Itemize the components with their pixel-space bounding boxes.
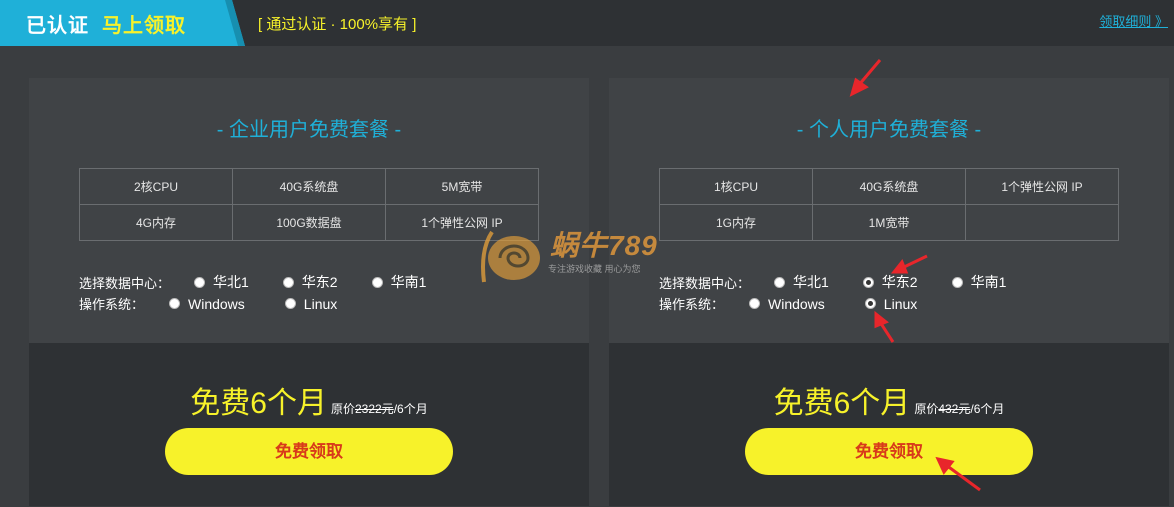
orig-suffix: /6个月 xyxy=(970,402,1005,416)
personal-plan-panel: - 个人用户免费套餐 - 1核CPU 40G系统盘 1个弹性公网 IP 1G内存… xyxy=(609,78,1169,506)
radio-dc-huanan1[interactable]: 华南1 xyxy=(371,272,427,292)
claim-rules-link[interactable]: 领取细则 》 xyxy=(1099,11,1168,30)
top-bar: 已认证 马上领取 [ 通过认证 · 100%享有 ] 领取细则 》 xyxy=(0,0,1174,46)
spec-cell: 5M宽带 xyxy=(385,168,539,205)
radio-dc-huadong2[interactable]: 华东2 xyxy=(862,272,918,292)
radio-circle-icon xyxy=(282,276,294,288)
price-text: 免费6个月 xyxy=(190,387,327,420)
spec-cell: 40G系统盘 xyxy=(812,168,966,205)
radio-os-linux[interactable]: Linux xyxy=(284,295,338,312)
radio-circle-icon xyxy=(774,276,785,288)
radio-dc-huanan1[interactable]: 华南1 xyxy=(951,272,1007,292)
radio-label: 华东2 xyxy=(881,274,918,290)
table-row: 4G内存 100G数据盘 1个弹性公网 IP xyxy=(79,204,539,241)
spec-cell xyxy=(965,204,1119,241)
radio-label: Linux xyxy=(883,295,918,312)
radio-label: 华北1 xyxy=(793,274,829,290)
radio-circle-icon xyxy=(194,276,205,288)
table-row: 1核CPU 40G系统盘 1个弹性公网 IP xyxy=(659,168,1119,205)
os-label: 操作系统： xyxy=(79,297,145,312)
spec-table: 2核CPU 40G系统盘 5M宽带 4G内存 100G数据盘 1个弹性公网 IP xyxy=(79,168,539,241)
orig-prefix: 原价 xyxy=(330,402,355,416)
snail-icon xyxy=(481,230,540,283)
radio-label: 华北1 xyxy=(213,274,249,290)
panel-title: - 企业用户免费套餐 - xyxy=(216,119,402,141)
radio-circle-icon xyxy=(169,298,180,309)
radio-label: 华南1 xyxy=(390,274,427,290)
panel-title: - 个人用户免费套餐 - xyxy=(796,119,982,141)
spec-table: 1核CPU 40G系统盘 1个弹性公网 IP 1G内存 1M宽带 xyxy=(659,168,1119,241)
os-row: 操作系统： Windows Linux xyxy=(79,294,371,313)
radio-dc-huabei1[interactable]: 华北1 xyxy=(194,272,249,292)
price-text: 免费6个月 xyxy=(773,387,911,420)
radio-os-windows[interactable]: Windows xyxy=(169,296,245,312)
radio-dc-huadong2[interactable]: 华东2 xyxy=(282,272,338,292)
orig-amount: 432元 xyxy=(938,402,971,416)
datacenter-label: 选择数据中心： xyxy=(79,275,171,291)
enterprise-plan-panel: - 企业用户免费套餐 - 2核CPU 40G系统盘 5M宽带 4G内存 100G… xyxy=(29,78,589,506)
original-price: 原价432元/6个月 xyxy=(914,402,1004,416)
orig-amount: 2322元 xyxy=(354,402,394,416)
claim-button[interactable]: 免费领取 xyxy=(745,428,1033,475)
watermark-text: 蜗牛789 xyxy=(550,230,658,261)
spec-cell: 1核CPU xyxy=(659,168,813,205)
badge-claim-label: 马上领取 xyxy=(102,15,186,37)
datacenter-row: 选择数据中心： 华北1 华东2 华南1 xyxy=(659,272,1040,292)
radio-os-windows[interactable]: Windows xyxy=(749,296,825,312)
radio-label: Windows xyxy=(768,295,825,312)
orig-prefix: 原价 xyxy=(914,402,939,416)
table-row: 1G内存 1M宽带 xyxy=(659,204,1119,241)
radio-circle-icon xyxy=(951,276,963,288)
spec-cell: 4G内存 xyxy=(79,204,233,241)
spec-cell: 2核CPU xyxy=(79,168,233,205)
spec-cell: 1M宽带 xyxy=(812,204,966,241)
os-label: 操作系统： xyxy=(659,297,725,312)
price-section: 免费6个月 原价432元/6个月 免费领取 xyxy=(609,343,1169,506)
radio-os-linux[interactable]: Linux xyxy=(864,295,918,312)
radio-dc-huabei1[interactable]: 华北1 xyxy=(774,272,829,292)
datacenter-row: 选择数据中心： 华北1 华东2 华南1 xyxy=(79,272,460,292)
spec-cell: 40G系统盘 xyxy=(232,168,386,205)
radio-selected-icon xyxy=(862,276,874,288)
claim-button[interactable]: 免费领取 xyxy=(165,428,453,475)
radio-selected-icon xyxy=(864,298,876,309)
radio-circle-icon xyxy=(371,276,383,288)
radio-label: 华南1 xyxy=(970,274,1007,290)
header-subtitle: [ 通过认证 · 100%享有 ] xyxy=(258,16,417,33)
price-line: 免费6个月 原价432元/6个月 xyxy=(609,378,1169,422)
verified-badge: 已认证 马上领取 xyxy=(0,0,245,46)
radio-label: Windows xyxy=(188,295,245,312)
price-section: 免费6个月 原价2322元/6个月 免费领取 xyxy=(29,343,589,506)
spec-cell: 1个弹性公网 IP xyxy=(965,168,1119,205)
price-line: 免费6个月 原价2322元/6个月 xyxy=(29,378,589,422)
original-price: 原价2322元/6个月 xyxy=(331,402,428,416)
radio-circle-icon xyxy=(749,298,760,309)
radio-label: 华东2 xyxy=(301,274,338,290)
radio-circle-icon xyxy=(284,298,296,309)
watermark-subtext: 专注游戏收藏 用心为您 xyxy=(548,264,641,274)
watermark-logo: 蜗牛789 专注游戏收藏 用心为您 xyxy=(478,218,708,288)
os-row: 操作系统： Windows Linux xyxy=(659,294,951,313)
badge-verified-label: 已认证 xyxy=(26,15,89,37)
radio-label: Linux xyxy=(303,295,338,312)
orig-suffix: /6个月 xyxy=(393,402,428,416)
table-row: 2核CPU 40G系统盘 5M宽带 xyxy=(79,168,539,205)
spec-cell: 100G数据盘 xyxy=(232,204,386,241)
